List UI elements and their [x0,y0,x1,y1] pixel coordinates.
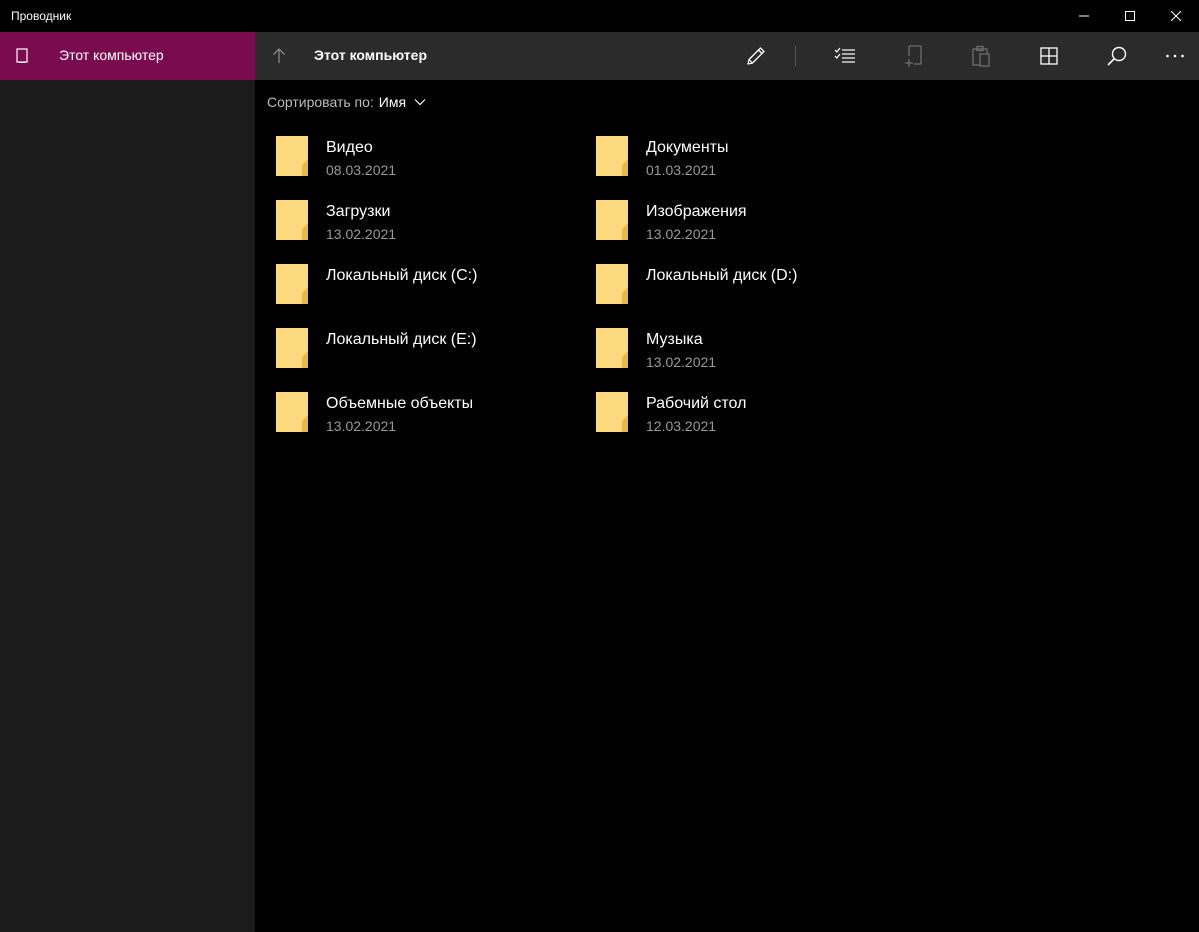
item-name: Документы [646,139,729,156]
sidebar-item-this-pc[interactable]: Этот компьютер [0,32,255,80]
item-date: 13.02.2021 [646,226,717,242]
close-icon [1171,11,1181,21]
pencil-icon [747,47,765,65]
more-button[interactable] [1161,42,1189,70]
new-folder-icon [905,45,922,67]
grid-view-icon [1040,47,1058,65]
paste-button[interactable] [967,42,995,70]
select-button[interactable] [831,42,859,70]
tablet-device-icon [16,48,28,63]
title-bar: Проводник [0,0,1199,32]
item-name: Локальный диск (E:) [326,331,477,348]
paste-icon [972,45,990,67]
maximize-icon [1125,11,1135,21]
folder-item[interactable]: Видео 08.03.2021 [264,123,584,187]
folder-icon [276,264,308,304]
folder-icon [596,264,628,304]
folder-item[interactable]: Музыка 13.02.2021 [584,315,904,379]
view-toggle-button[interactable] [1035,42,1063,70]
folder-icon [596,328,628,368]
folder-item[interactable]: Документы 01.03.2021 [584,123,904,187]
drive-item[interactable]: Локальный диск (E:) [264,315,584,379]
search-icon [1107,46,1127,66]
window-title: Проводник [11,9,72,23]
minimize-button[interactable] [1061,0,1107,32]
items-grid: Видео 08.03.2021 Документы 01.03.2021 За… [264,123,904,443]
folder-icon [596,136,628,176]
search-button[interactable] [1103,42,1131,70]
select-list-icon [834,47,855,63]
command-separator [795,46,796,66]
item-name: Загрузки [326,203,391,220]
folder-icon [276,392,308,432]
item-name: Музыка [646,331,703,348]
item-name: Локальный диск (D:) [646,267,798,284]
sort-value: Имя [378,94,407,110]
folder-item[interactable]: Загрузки 13.02.2021 [264,187,584,251]
item-date: 08.03.2021 [326,162,397,178]
up-button[interactable] [267,44,291,68]
folder-item[interactable]: Изображения 13.02.2021 [584,187,904,251]
chevron-down-icon [414,98,426,106]
more-icon [1166,54,1184,58]
item-date: 12.03.2021 [646,418,717,434]
rename-button[interactable] [742,42,770,70]
close-button[interactable] [1153,0,1199,32]
sidebar: Этот компьютер [0,32,255,932]
folder-icon [276,136,308,176]
item-date: 13.02.2021 [646,354,717,370]
folder-item[interactable]: Рабочий стол 12.03.2021 [584,379,904,443]
folder-icon [276,200,308,240]
folder-icon [596,392,628,432]
path-title: Этот компьютер [314,47,427,63]
folder-icon [596,200,628,240]
command-bar: Этот компьютер [255,32,1199,80]
drive-item[interactable]: Локальный диск (D:) [584,251,904,315]
item-name: Изображения [646,203,747,220]
item-date: 13.02.2021 [326,226,397,242]
item-name: Видео [326,139,373,156]
sidebar-item-label: Этот компьютер [59,47,164,63]
sort-label: Сортировать по: [267,94,374,110]
minimize-icon [1079,15,1089,17]
file-explorer-window: Проводник Этот компьютер Этот компьютер … [0,0,1199,932]
item-date: 13.02.2021 [326,418,397,434]
item-name: Объемные объекты [326,395,474,412]
drive-item[interactable]: Локальный диск (C:) [264,251,584,315]
new-folder-button[interactable] [899,42,927,70]
item-name: Локальный диск (C:) [326,267,478,284]
folder-item[interactable]: Объемные объекты 13.02.2021 [264,379,584,443]
sort-dropdown[interactable]: Сортировать по: Имя [267,93,426,111]
folder-icon [276,328,308,368]
item-date: 01.03.2021 [646,162,717,178]
maximize-button[interactable] [1107,0,1153,32]
arrow-up-icon [273,48,285,63]
item-name: Рабочий стол [646,395,747,412]
